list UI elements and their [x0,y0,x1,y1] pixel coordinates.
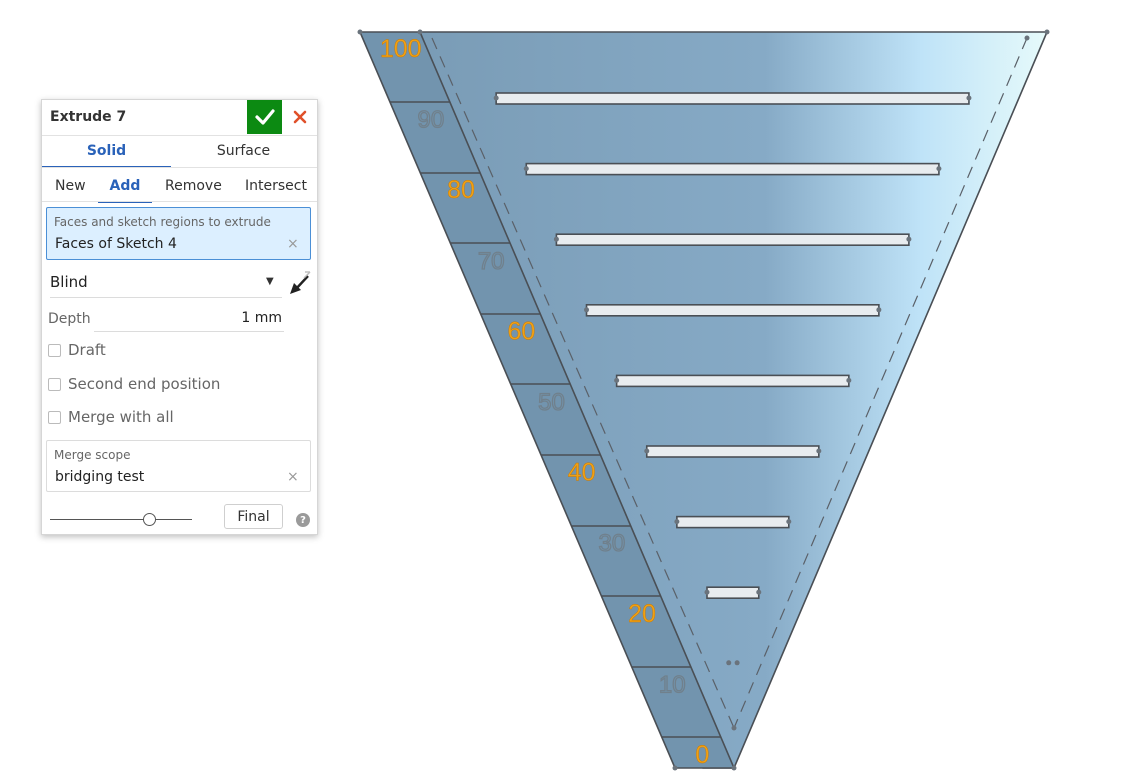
sketch-point [417,29,423,35]
slider-thumb[interactable] [143,513,156,526]
end-type-value: Blind [50,273,88,291]
depth-label: Depth [48,311,91,327]
scale-label: 90 [417,107,444,134]
checkbox-box[interactable] [48,343,61,357]
clear-merge-scope-icon[interactable]: × [287,469,299,485]
tab-solid[interactable]: Solid [42,136,171,168]
sketch-point [906,236,912,242]
end-type-select[interactable]: Blind ▼ [50,273,282,298]
sketch-point [756,589,762,595]
scale-label: 50 [538,389,565,416]
slot-groove[interactable] [615,374,850,388]
scale-label: 30 [599,530,626,557]
op-remove-button[interactable]: Remove [165,177,222,201]
divider [42,201,317,202]
sketch-point [876,307,882,313]
flip-direction-button[interactable] [288,270,314,296]
final-button[interactable]: Final [224,504,283,529]
depth-input[interactable]: 1 mm [94,307,284,332]
scale-label: 100 [380,35,422,63]
merge-scope-value: bridging test [55,469,145,485]
merge-scope-label: Merge scope [54,448,131,462]
close-icon [293,110,306,124]
sketch-point [846,377,852,383]
scale-label: 70 [478,248,505,275]
checkbox-label: Draft [68,341,106,359]
sketch-point [523,166,529,172]
merge-scope-field[interactable]: Merge scope bridging test × [46,440,311,492]
sketch-point [731,725,737,731]
scale-label: 20 [628,600,656,628]
sketch-point [1044,29,1050,35]
checkmark-icon [254,109,275,125]
slot-groove[interactable] [676,515,790,529]
slot-groove[interactable] [585,303,880,317]
scale-label: 40 [568,459,596,487]
sketch-point [553,236,559,242]
slot-groove[interactable] [525,162,940,176]
scale-label: 80 [447,176,475,204]
sketch-point [674,519,680,525]
sketch-point [936,166,942,172]
slot-groove[interactable] [495,92,970,105]
sketch-point [644,448,650,454]
faces-selection-field[interactable]: Faces and sketch regions to extrude Face… [46,207,311,260]
scale-label: 60 [507,317,535,345]
front-face[interactable] [418,31,1049,769]
faces-label: Faces and sketch regions to extrude [54,215,271,229]
checkbox-label: Merge with all [68,408,174,426]
op-add-button[interactable]: Add [98,177,152,203]
sketch-point [614,377,620,383]
sketch-point [786,519,792,525]
clear-faces-icon[interactable]: × [287,236,299,252]
scale-label: 10 [659,671,686,698]
sketch-point [726,660,732,666]
flip-arrow-icon [290,271,311,294]
sketch-point [1024,35,1030,41]
faces-value: Faces of Sketch 4 [55,236,177,252]
second-end-position-checkbox[interactable]: Second end position [48,374,220,394]
sketch-point [672,765,678,771]
op-new-button[interactable]: New [55,177,86,201]
dialog-title: Extrude 7 [50,109,127,125]
caret-down-icon: ▼ [266,276,274,287]
checkbox-label: Second end position [68,375,221,393]
sketch-point [731,765,737,771]
sketch-point [966,95,972,101]
slot-groove[interactable] [555,233,910,246]
sketch-point [734,660,740,666]
cancel-button[interactable] [287,100,312,134]
tab-surface[interactable]: Surface [176,136,311,166]
draft-checkbox[interactable]: Draft [48,340,106,360]
sketch-point [816,448,822,454]
help-icon[interactable]: ? [296,513,310,527]
depth-value: 1 mm [241,310,282,326]
rollback-slider[interactable] [50,508,193,530]
scale-label: 0 [695,741,709,769]
slider-track [50,519,192,520]
slot-groove[interactable] [706,586,760,600]
checkbox-box[interactable] [48,377,61,391]
merge-with-all-checkbox[interactable]: Merge with all [48,407,174,427]
sketch-point [357,29,363,35]
sketch-point [704,589,710,595]
checkbox-box[interactable] [48,410,61,424]
accept-button[interactable] [247,100,282,134]
sketch-point [584,307,590,313]
extrude-dialog[interactable]: Extrude 7 Solid Surface New Add Remove I… [41,99,318,535]
divider [42,167,317,168]
sketch-point [493,95,499,101]
slot-groove[interactable] [645,445,820,458]
op-intersect-button[interactable]: Intersect [245,177,307,201]
